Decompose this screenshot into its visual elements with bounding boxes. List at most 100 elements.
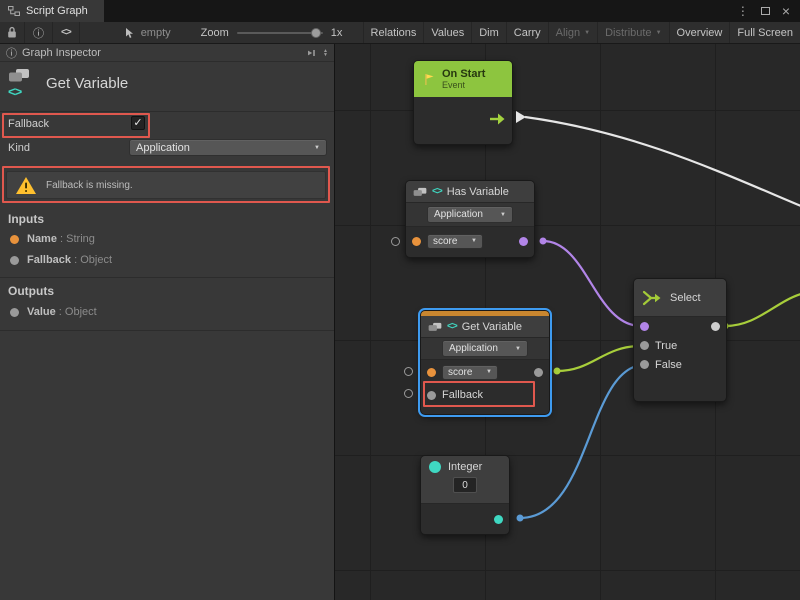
window-menu-icon[interactable]: ⋮ xyxy=(737,4,749,18)
graph-toolbar: ⓘ <> empty Zoom 1x Relations Values Dim … xyxy=(0,22,800,44)
node-title: On Start xyxy=(442,68,485,80)
chevron-down-icon: ▼ xyxy=(656,30,662,36)
port-dot-object[interactable] xyxy=(10,308,19,317)
port-row: False xyxy=(634,355,726,374)
kind-dropdown[interactable]: Application ▼ xyxy=(427,206,513,223)
graph-icon xyxy=(8,6,20,16)
graph-canvas[interactable]: On Start Event <> Has Variable xyxy=(335,44,800,600)
variable-icon xyxy=(428,322,442,332)
outputs-header: Outputs xyxy=(8,284,54,298)
empty-label: empty xyxy=(141,27,171,39)
toolbar-button-relations[interactable]: Relations xyxy=(363,22,424,43)
inspector-header: ⓘ Graph Inspector ▲ ▼ xyxy=(0,44,334,62)
inspected-node-title: Get Variable xyxy=(46,75,128,92)
output-port-bool[interactable] xyxy=(519,237,528,246)
wire-end-dot xyxy=(554,368,561,375)
node-header: Integer 0 xyxy=(421,456,509,504)
input-port-name[interactable] xyxy=(427,368,436,377)
kind-dropdown[interactable]: Application ▼ xyxy=(129,139,327,156)
zoom-slider[interactable] xyxy=(237,32,323,34)
variable-icon xyxy=(413,187,427,197)
scroll-arrows[interactable]: ▲ ▼ xyxy=(323,49,328,57)
node-on-start[interactable]: On Start Event xyxy=(413,60,513,145)
tab-script-graph[interactable]: Script Graph xyxy=(0,0,104,22)
wire-end-dot xyxy=(540,238,547,245)
port-row xyxy=(421,504,509,534)
lock-icon xyxy=(7,26,17,39)
input-port-condition[interactable] xyxy=(640,322,649,331)
wire-flow[interactable] xyxy=(525,117,800,206)
toolbar-button-carry[interactable]: Carry xyxy=(506,22,548,43)
toolbar-button-overview[interactable]: Overview xyxy=(669,22,730,43)
tab-label: Script Graph xyxy=(26,5,88,17)
kind-value: Application xyxy=(136,142,190,154)
wires-layer xyxy=(335,44,800,600)
output-port-value[interactable] xyxy=(534,368,543,377)
kind-dropdown[interactable]: Application ▼ xyxy=(442,340,528,357)
close-icon[interactable]: × xyxy=(782,4,790,18)
port-connection-point[interactable] xyxy=(404,367,413,376)
titlebar: Script Graph ⋮ × xyxy=(0,0,800,22)
port-dot-object[interactable] xyxy=(10,256,19,265)
false-port-label: False xyxy=(655,359,682,371)
input-port-name[interactable] xyxy=(412,237,421,246)
wire-has-variable-to-select[interactable] xyxy=(543,241,641,326)
toolbar-buttons: Relations Values Dim Carry Align ▼ Distr… xyxy=(363,22,800,43)
flow-output-port[interactable] xyxy=(490,113,505,125)
node-header: <> Has Variable xyxy=(406,181,534,203)
node-has-variable[interactable]: <> Has Variable Application ▼ score ▼ xyxy=(405,180,535,258)
input-port-fallback: Fallback : Object xyxy=(10,254,112,266)
zoom-label: Zoom xyxy=(201,27,229,39)
output-port-int[interactable] xyxy=(494,515,503,524)
dock-icon[interactable] xyxy=(306,48,316,58)
node-body xyxy=(414,97,512,143)
port-dot-string[interactable] xyxy=(10,235,19,244)
node-select[interactable]: Select True False xyxy=(633,278,727,402)
caret-down-icon: ▼ xyxy=(323,53,328,57)
node-header: <> Get Variable xyxy=(421,316,549,338)
node-subtitle: Event xyxy=(442,80,485,90)
maximize-icon[interactable] xyxy=(761,7,770,15)
wire-get-variable-to-select[interactable] xyxy=(557,346,641,371)
code-icon: <> xyxy=(447,321,457,332)
toolbar-button-dim[interactable]: Dim xyxy=(471,22,506,43)
zoom-slider-knob[interactable] xyxy=(311,28,321,38)
input-port-name: Name : String xyxy=(10,233,95,245)
input-port-true[interactable] xyxy=(640,341,649,350)
code-view-button[interactable]: <> xyxy=(53,22,80,43)
true-port-label: True xyxy=(655,340,677,352)
wire-select-output[interactable] xyxy=(725,294,800,326)
inspect-toggle-button[interactable]: ⓘ xyxy=(24,22,53,43)
integer-icon xyxy=(429,461,441,473)
node-get-variable[interactable]: <> Get Variable Application ▼ score ▼ xyxy=(420,310,550,415)
script-graph-window: Script Graph ⋮ × ⓘ <> empty Zoom xyxy=(0,0,800,600)
toolbar-button-values[interactable]: Values xyxy=(423,22,471,43)
chevron-down-icon: ▼ xyxy=(509,346,521,352)
selection-indicator: empty xyxy=(124,22,171,43)
input-port-fallback[interactable] xyxy=(427,391,436,400)
inspected-node-section: <> Get Variable xyxy=(0,62,334,112)
fallback-checkbox[interactable]: ✓ xyxy=(131,116,145,130)
lock-button[interactable] xyxy=(0,22,24,43)
port-connection-point[interactable] xyxy=(404,389,413,398)
variable-name-dropdown[interactable]: score ▼ xyxy=(427,234,483,249)
inputs-header: Inputs xyxy=(8,212,44,226)
toolbar-button-fullscreen[interactable]: Full Screen xyxy=(729,22,800,43)
info-icon: ⓘ xyxy=(33,25,44,41)
info-icon: ⓘ xyxy=(6,45,17,61)
port-connection-point[interactable] xyxy=(391,237,400,246)
node-title: Get Variable xyxy=(462,321,522,333)
chevron-down-icon: ▼ xyxy=(584,30,590,36)
window-controls: ⋮ × xyxy=(737,0,800,22)
integer-value-field[interactable]: 0 xyxy=(453,477,477,493)
node-header: Select xyxy=(634,279,726,317)
node-integer[interactable]: Integer 0 xyxy=(420,455,510,535)
variable-name-dropdown[interactable]: score ▼ xyxy=(442,365,498,380)
kind-label: Kind xyxy=(8,142,30,154)
chevron-down-icon: ▼ xyxy=(494,212,506,218)
input-port-false[interactable] xyxy=(640,360,649,369)
node-kind-row: Application ▼ xyxy=(421,338,549,360)
zoom-value: 1x xyxy=(331,27,343,39)
output-port-selection[interactable] xyxy=(711,322,720,331)
port-row: score ▼ xyxy=(421,360,549,384)
